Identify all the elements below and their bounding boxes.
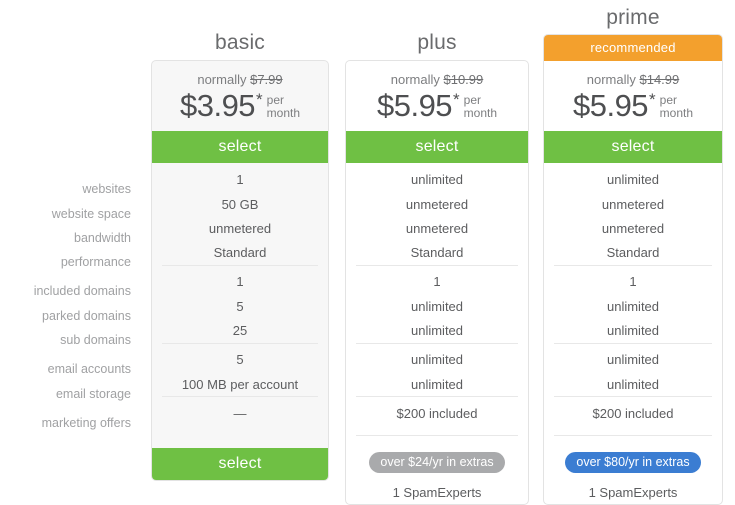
per-text: per bbox=[266, 93, 285, 107]
feature-label-websites: websites bbox=[82, 182, 131, 196]
plan-title-basic: basic bbox=[214, 31, 266, 54]
price-asterisk: * bbox=[649, 90, 656, 109]
original-price: $14.99 bbox=[639, 72, 680, 87]
divider bbox=[554, 396, 712, 398]
feature-label-email-storage: email storage bbox=[55, 386, 131, 401]
spamexperts-plus: 1 SpamExperts bbox=[392, 485, 482, 500]
feature-value: unlimited bbox=[606, 352, 660, 367]
feature-value: 50 GB bbox=[221, 196, 259, 212]
feature-value: $200 included bbox=[396, 406, 478, 421]
feature-value: Standard bbox=[606, 245, 660, 260]
feature-label-website-space: website space bbox=[51, 206, 131, 221]
divider bbox=[162, 264, 318, 266]
normally-prefix: normally bbox=[197, 72, 251, 87]
pricing-table: basic plus prime websites website space ba… bbox=[0, 0, 735, 505]
per-month-plus: per month bbox=[464, 94, 497, 120]
feature-value: unmetered bbox=[601, 221, 665, 236]
extras-block-prime: over $80/yr in extras 1 SpamExperts bbox=[544, 435, 722, 499]
feature-label-email-accounts: email accounts bbox=[47, 362, 131, 376]
feature-value: $200 included bbox=[592, 406, 674, 421]
month-text: month bbox=[659, 106, 694, 120]
spamexperts-prime: 1 SpamExperts bbox=[588, 485, 678, 500]
month-text: month bbox=[266, 106, 301, 120]
feature-value: unlimited bbox=[410, 352, 464, 367]
select-button-basic-top[interactable]: select bbox=[152, 131, 328, 163]
per-month-prime: per month bbox=[660, 94, 693, 120]
feature-value: 5 bbox=[236, 352, 244, 367]
feature-value: Standard bbox=[213, 245, 267, 260]
divider bbox=[554, 342, 712, 344]
normally-prefix: normally bbox=[586, 72, 640, 87]
feature-value: unlimited bbox=[410, 298, 464, 314]
feature-value: unmetered bbox=[208, 221, 272, 236]
price-block-plus: normally $10.99 $5.95 * per month bbox=[346, 72, 528, 122]
normally-prefix: normally bbox=[390, 72, 444, 87]
select-button-basic-bottom[interactable]: select bbox=[152, 448, 328, 480]
feature-value: unlimited bbox=[410, 376, 464, 392]
feature-label-included-domains: included domains bbox=[33, 284, 131, 298]
feature-value: 1 bbox=[236, 274, 244, 289]
feature-value: unmetered bbox=[405, 196, 469, 212]
divider bbox=[356, 396, 518, 398]
per-text: per bbox=[659, 93, 678, 107]
current-price: $5.95 bbox=[376, 88, 453, 123]
price-block-prime: normally $14.99 $5.95 * per month bbox=[544, 72, 722, 122]
plan-card-plus: normally $10.99 $5.95 * per month select… bbox=[345, 60, 529, 505]
feature-value: 5 bbox=[236, 298, 244, 314]
divider bbox=[162, 342, 318, 344]
price-asterisk: * bbox=[453, 90, 460, 109]
price-asterisk: * bbox=[256, 90, 263, 109]
divider bbox=[162, 396, 318, 398]
normally-line-prime: normally $14.99 bbox=[544, 72, 722, 88]
plan-card-prime: recommended normally $14.99 $5.95 * per … bbox=[543, 34, 723, 505]
extras-badge-plus[interactable]: over $24/yr in extras bbox=[369, 452, 505, 473]
feature-value: 1 bbox=[236, 172, 244, 187]
plan-title-prime: prime bbox=[606, 6, 660, 29]
price-block-basic: normally $7.99 $3.95 * per month bbox=[152, 72, 328, 122]
feature-label-bandwidth: bandwidth bbox=[74, 231, 131, 245]
feature-value: unlimited bbox=[410, 172, 464, 187]
feature-value: unlimited bbox=[606, 298, 660, 314]
divider bbox=[356, 264, 518, 266]
divider bbox=[554, 264, 712, 266]
feature-value: 25 bbox=[232, 323, 248, 338]
per-text: per bbox=[463, 93, 482, 107]
month-text: month bbox=[463, 106, 498, 120]
plan-title-plus: plus bbox=[417, 31, 457, 54]
feature-label-performance: performance bbox=[60, 255, 131, 269]
feature-value: 1 bbox=[433, 274, 441, 289]
recommended-banner: recommended bbox=[544, 35, 722, 61]
feature-value: unmetered bbox=[601, 196, 665, 212]
plan-card-basic: normally $7.99 $3.95 * per month select … bbox=[151, 60, 329, 481]
feature-value: unlimited bbox=[410, 323, 464, 338]
current-price: $3.95 bbox=[179, 88, 256, 123]
original-price: $7.99 bbox=[250, 72, 283, 87]
select-button-plus[interactable]: select bbox=[346, 131, 528, 163]
normally-line-basic: normally $7.99 bbox=[152, 72, 328, 88]
feature-value: Standard bbox=[410, 245, 464, 260]
price-row-basic: $3.95 * per month bbox=[152, 90, 328, 122]
feature-value: 1 bbox=[629, 274, 637, 289]
feature-value: unlimited bbox=[606, 376, 660, 392]
feature-label-parked-domains: parked domains bbox=[42, 308, 131, 323]
price-row-prime: $5.95 * per month bbox=[544, 90, 722, 122]
feature-value: — bbox=[233, 406, 247, 421]
price-row-plus: $5.95 * per month bbox=[346, 90, 528, 122]
feature-value: unmetered bbox=[405, 221, 469, 236]
select-button-prime[interactable]: select bbox=[544, 131, 722, 163]
extras-block-plus: over $24/yr in extras 1 SpamExperts bbox=[346, 435, 528, 499]
feature-value: 100 MB per account bbox=[181, 376, 299, 392]
extras-badge-prime[interactable]: over $80/yr in extras bbox=[565, 452, 701, 473]
normally-line-plus: normally $10.99 bbox=[346, 72, 528, 88]
feature-value: unlimited bbox=[606, 323, 660, 338]
feature-value: unlimited bbox=[606, 172, 660, 187]
divider bbox=[356, 342, 518, 344]
per-month-basic: per month bbox=[267, 94, 300, 120]
current-price: $5.95 bbox=[572, 88, 649, 123]
feature-label-marketing-offers: marketing offers bbox=[41, 416, 131, 430]
feature-label-sub-domains: sub domains bbox=[60, 333, 131, 347]
original-price: $10.99 bbox=[443, 72, 484, 87]
